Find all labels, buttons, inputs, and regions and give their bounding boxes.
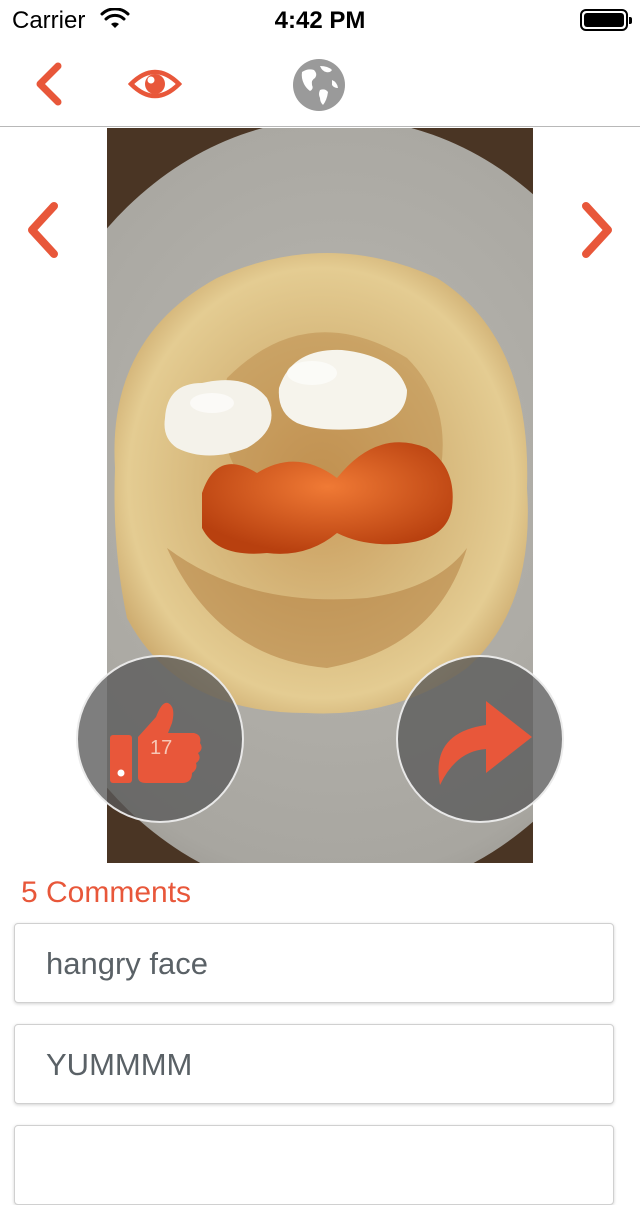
comment-text: hangry face — [46, 946, 208, 981]
share-button[interactable] — [396, 655, 564, 823]
like-button[interactable]: 17 — [76, 655, 244, 823]
clock: 4:42 PM — [274, 7, 366, 34]
battery-icon — [580, 9, 632, 31]
comment-text: YUMMMM — [46, 1047, 193, 1082]
eye-icon[interactable] — [127, 64, 183, 104]
share-arrow-icon — [428, 693, 534, 794]
globe-icon[interactable] — [292, 58, 346, 112]
nav-bar — [0, 40, 640, 127]
chevron-left-icon[interactable] — [28, 62, 72, 106]
comment-item[interactable]: hangry face — [14, 923, 614, 1003]
status-bar: Carrier 4:42 PM — [0, 0, 640, 40]
next-photo-button[interactable] — [572, 200, 622, 260]
previous-photo-button[interactable] — [20, 200, 70, 260]
comments-count-title: 5 Comments — [21, 876, 192, 909]
comment-item[interactable]: YUMMMM — [14, 1024, 614, 1104]
comment-item[interactable] — [14, 1125, 614, 1205]
like-count: 17 — [150, 737, 173, 759]
